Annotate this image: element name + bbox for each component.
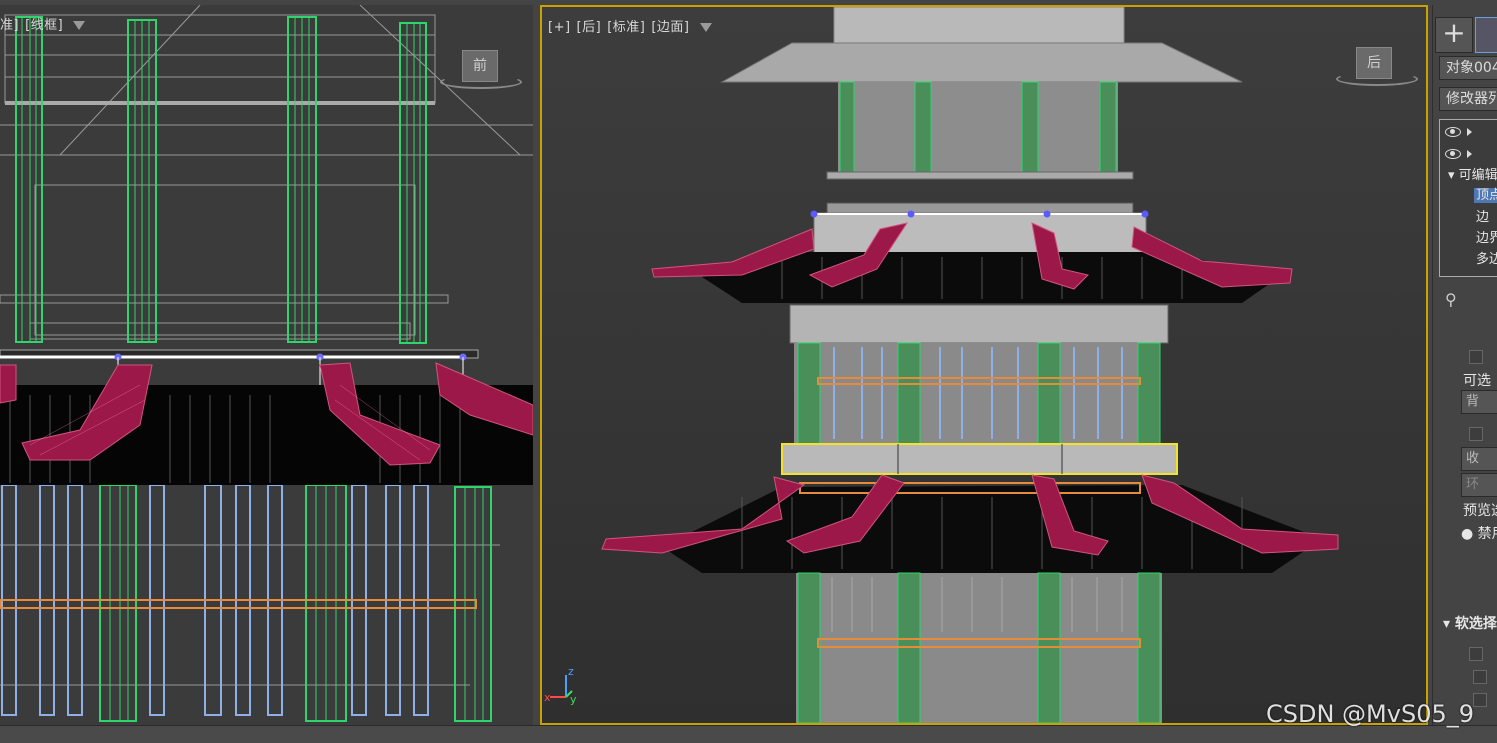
axis-z-label: z [568, 665, 574, 678]
label-view[interactable]: [后] [577, 20, 602, 35]
checkbox-3[interactable] [1469, 647, 1483, 661]
label-shading[interactable]: [标准] [607, 20, 645, 35]
object-name-field[interactable]: 对象004 [1439, 56, 1497, 80]
stack-item-edge[interactable]: 边 [1440, 208, 1497, 228]
stack-item-vertex[interactable]: 顶点 [1440, 186, 1497, 206]
stack-item-label: 边 [1476, 210, 1490, 225]
ring-button[interactable]: 环 [1461, 473, 1497, 497]
disable-radio[interactable]: ● 禁用 [1461, 523, 1497, 543]
stack-item-editable-poly[interactable]: ▾ 可编辑 [1440, 166, 1497, 186]
label-edged-faces[interactable]: [边面] [651, 20, 689, 35]
preview-selection-label: 预览选 [1463, 503, 1497, 519]
checkbox-1[interactable] [1469, 350, 1483, 364]
label-shading[interactable]: 准] [0, 18, 19, 33]
viewcube-ring[interactable] [440, 75, 522, 89]
viewport-label[interactable]: 准] [线框] [0, 14, 91, 33]
command-panel: + 对象004 修改器列 ▾ 可编辑 顶点 边 边界 多边 ⚲ 可选 背 收 环… [1432, 5, 1497, 725]
soft-selection-rollout[interactable]: ▾ 软选择 [1443, 613, 1497, 633]
modify-tab-button[interactable] [1475, 17, 1497, 53]
stack-item-border[interactable]: 边界 [1440, 229, 1497, 249]
expand-icon[interactable] [1467, 149, 1472, 158]
back-viewport[interactable]: [+] [后] [标准] [边面] 后 z x y [540, 5, 1428, 725]
checkbox-5[interactable] [1473, 693, 1487, 707]
disable-radio-label: 禁用 [1477, 526, 1497, 542]
stack-item-modifier-1[interactable] [1440, 122, 1497, 142]
axis-y-label: y [570, 693, 577, 706]
front-wireframe-scene [0, 5, 533, 722]
expand-icon[interactable] [1467, 127, 1472, 136]
label-wireframe[interactable]: [线框] [25, 18, 63, 33]
label-plus-menu[interactable]: [+] [548, 20, 571, 35]
back-shaded-scene [550, 7, 1339, 723]
viewport-label[interactable]: [+] [后] [标准] [边面] [548, 16, 718, 35]
stack-item-polygon[interactable]: 多边 [1440, 250, 1497, 270]
checkbox-4[interactable] [1473, 670, 1487, 684]
viewcube-face-label: 前 [473, 58, 487, 74]
stack-item-label: 可编辑 [1458, 168, 1497, 183]
front-viewport[interactable]: 准] [线框] 前 [0, 5, 533, 725]
soft-selection-title: 软选择 [1454, 616, 1497, 632]
stack-item-label: 顶点 [1474, 188, 1497, 203]
modifier-stack[interactable]: ▾ 可编辑 顶点 边 边界 多边 [1439, 119, 1497, 277]
modifier-list-dropdown[interactable]: 修改器列 [1439, 87, 1497, 111]
filter-icon[interactable] [699, 23, 712, 32]
filter-icon[interactable] [73, 21, 86, 30]
viewcube-face-label: 后 [1367, 55, 1381, 71]
viewcube-ring[interactable] [1336, 72, 1418, 86]
shrink-button[interactable]: 收 [1461, 447, 1497, 471]
pin-stack-icon[interactable]: ⚲ [1445, 290, 1457, 309]
eye-icon[interactable] [1445, 126, 1461, 137]
create-tab-button[interactable]: + [1435, 17, 1473, 53]
back-button[interactable]: 背 [1461, 390, 1497, 414]
stack-item-label: 边界 [1476, 231, 1497, 246]
axis-x-label: x [544, 691, 551, 704]
stack-item-label: 多边 [1476, 252, 1497, 267]
selectable-label: 可选 [1463, 373, 1491, 389]
stack-item-modifier-2[interactable] [1440, 144, 1497, 164]
checkbox-2[interactable] [1469, 427, 1483, 441]
eye-icon[interactable] [1445, 148, 1461, 159]
watermark: CSDN @MvS05_9 [1266, 700, 1475, 728]
